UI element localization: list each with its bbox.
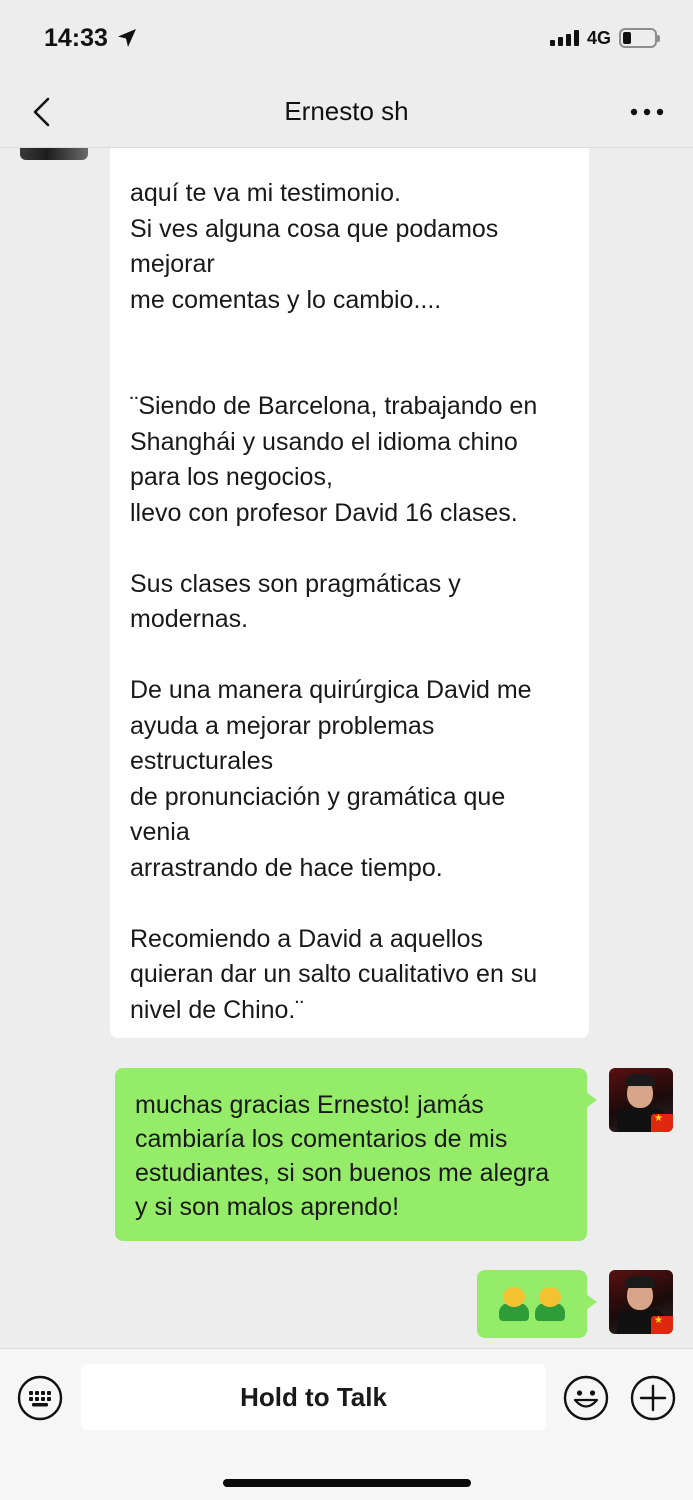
- status-time: 14:33: [44, 23, 108, 52]
- status-time-group: 14:33: [44, 24, 138, 53]
- hugging-person-emoji: [499, 1287, 529, 1321]
- smiley-icon: [563, 1375, 609, 1421]
- input-bar: Hold to Talk: [0, 1348, 693, 1500]
- home-indicator: [223, 1479, 471, 1487]
- plus-circle-icon: [630, 1375, 676, 1421]
- sent-message: muchas gracias Ernesto! jamás cambiaría …: [115, 1068, 673, 1241]
- more-dots-icon: [630, 108, 664, 116]
- sent-message-bubble[interactable]: muchas gracias Ernesto! jamás cambiaría …: [115, 1068, 597, 1241]
- hugging-person-emoji: [535, 1287, 565, 1321]
- chat-messages[interactable]: aquí te va mi testimonio. Si ves alguna …: [0, 148, 693, 1348]
- battery-icon: [619, 28, 660, 48]
- network-type: 4G: [586, 27, 611, 48]
- contact-avatar[interactable]: [20, 148, 88, 160]
- cellular-signal-icon: [549, 30, 579, 46]
- chevron-left-icon: [33, 97, 50, 127]
- back-button[interactable]: [22, 92, 62, 132]
- nav-bar: Ernesto sh: [0, 76, 693, 148]
- emoji-group: [499, 1287, 565, 1321]
- emoji-button[interactable]: [563, 1375, 609, 1421]
- status-indicators: 4G: [549, 27, 660, 49]
- received-message-bubble[interactable]: aquí te va mi testimonio. Si ves alguna …: [110, 148, 589, 1038]
- my-avatar[interactable]: [609, 1270, 673, 1334]
- chat-title: Ernesto sh: [284, 96, 409, 126]
- more-actions-button[interactable]: [630, 1375, 676, 1421]
- status-bar: 14:33 4G: [0, 0, 693, 76]
- my-avatar[interactable]: [609, 1068, 673, 1132]
- hold-to-talk-button[interactable]: Hold to Talk: [81, 1364, 546, 1430]
- battery-level: [623, 32, 631, 44]
- sent-emoji-message: [477, 1270, 673, 1338]
- keyboard-icon: [17, 1375, 63, 1421]
- sent-emoji-bubble[interactable]: [477, 1270, 597, 1338]
- location-arrow-icon: [117, 29, 136, 47]
- keyboard-toggle-button[interactable]: [17, 1375, 63, 1421]
- more-button[interactable]: [627, 94, 667, 130]
